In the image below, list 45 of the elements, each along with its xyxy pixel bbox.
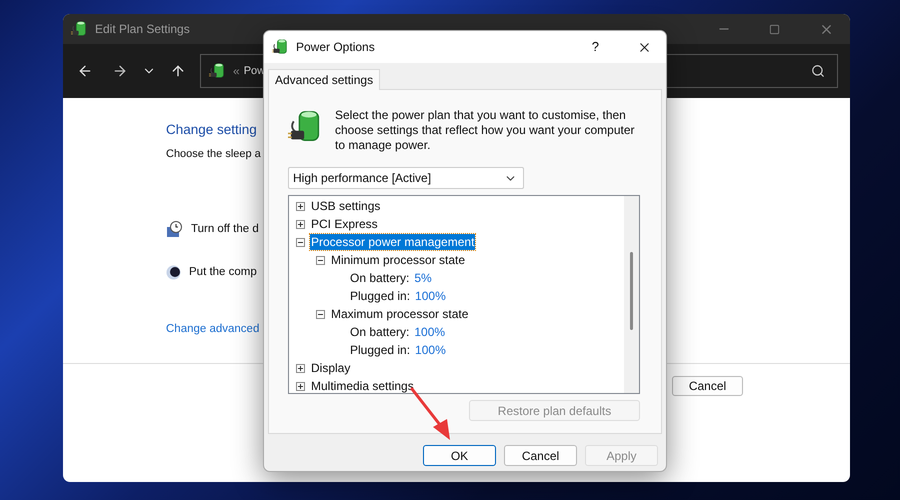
setting-value[interactable]: 100% — [414, 323, 446, 341]
page-subheading: Choose the sleep a — [166, 147, 261, 162]
setting-value[interactable]: 5% — [414, 269, 432, 287]
collapse-toggle[interactable] — [296, 238, 305, 246]
maximize-icon[interactable] — [769, 24, 780, 34]
tree-item[interactable]: USB settings — [310, 198, 382, 214]
description-text: Select the power plan that you want to customise, then choose settings that reflect how you want your computer to manage power. — [335, 108, 636, 153]
dialog-button[interactable]: Cancel — [504, 445, 577, 466]
breadcrumb-separator: « — [233, 63, 240, 80]
setting-label: On battery: — [350, 270, 410, 287]
expand-toggle[interactable] — [296, 202, 305, 210]
tree-item[interactable]: Processor power management — [310, 234, 476, 250]
setting-label: Plugged in: — [350, 288, 410, 305]
tree-item[interactable]: PCI Express — [310, 216, 379, 232]
option-label: Put the comp — [189, 264, 257, 280]
up-icon[interactable] — [170, 63, 186, 79]
page-heading: Change setting — [166, 121, 257, 139]
tree-item[interactable]: Maximum processor state — [330, 306, 470, 322]
search-icon[interactable] — [811, 64, 825, 78]
dialog-title: Power Options — [296, 39, 375, 56]
back-icon[interactable] — [77, 63, 93, 79]
collapse-toggle[interactable] — [316, 256, 325, 264]
setting-value[interactable]: 100% — [415, 341, 446, 359]
advanced-settings-link[interactable]: Change advanced — [166, 320, 260, 338]
expand-toggle[interactable] — [296, 364, 305, 372]
tree-item[interactable]: Multimedia settings — [310, 378, 415, 394]
setting-label: Plugged in: — [350, 342, 410, 359]
option-label: Turn off the d — [191, 222, 259, 237]
setting-value[interactable]: 100% — [415, 287, 446, 305]
dialog-button[interactable]: OK — [423, 445, 496, 466]
help-button[interactable]: ? — [592, 37, 599, 57]
tab[interactable]: Advanced settings — [268, 69, 380, 90]
window-title: Edit Plan Settings — [95, 21, 190, 38]
plan-dropdown[interactable]: High performance [Active] — [288, 167, 524, 189]
cancel-button[interactable]: Cancel — [672, 376, 743, 396]
clock-monitor-icon — [166, 220, 183, 238]
collapse-toggle[interactable] — [316, 310, 325, 318]
moon-icon — [166, 264, 181, 280]
expand-toggle[interactable] — [296, 220, 305, 228]
expand-toggle[interactable] — [296, 382, 305, 390]
scrollbar[interactable] — [624, 196, 639, 393]
tree-item[interactable]: Minimum processor state — [330, 252, 466, 268]
setting-label: On battery: — [350, 324, 410, 341]
tree-item[interactable]: Display — [310, 360, 352, 376]
forward-icon[interactable] — [112, 63, 128, 79]
